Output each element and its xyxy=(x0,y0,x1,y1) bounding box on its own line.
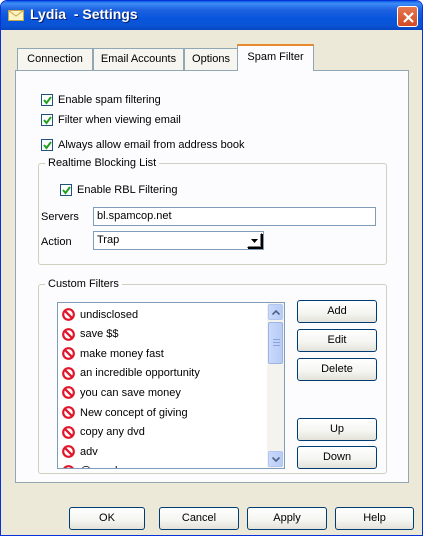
help-button[interactable]: Help xyxy=(335,507,414,530)
checkbox-box[interactable] xyxy=(41,139,53,151)
list-item[interactable]: New concept of giving xyxy=(62,404,188,421)
filter-item-label: adv xyxy=(80,445,98,458)
list-item[interactable]: an incredible opportunity xyxy=(62,365,200,382)
envelope-icon xyxy=(8,10,24,21)
no-entry-icon xyxy=(62,445,75,459)
spam-filter-panel: Enable spam filtering Filter when viewin… xyxy=(15,70,409,483)
list-item[interactable]: @spool xyxy=(62,463,117,468)
no-entry-icon xyxy=(62,366,75,380)
list-scrollbar[interactable] xyxy=(267,303,284,468)
tab-options[interactable]: Options xyxy=(184,48,238,70)
close-icon xyxy=(403,12,414,23)
dropdown-arrow-icon[interactable] xyxy=(247,233,262,248)
enable-spam-label: Enable spam filtering xyxy=(58,94,161,106)
edit-button[interactable]: Edit xyxy=(297,329,377,352)
filter-item-label: you can save money xyxy=(80,386,181,399)
filter-viewing-checkbox[interactable]: Filter when viewing email xyxy=(41,113,181,127)
checkbox-box[interactable] xyxy=(60,184,72,196)
title-bar[interactable]: Lydia - Settings xyxy=(1,1,422,30)
apply-button[interactable]: Apply xyxy=(247,507,327,530)
delete-button[interactable]: Delete xyxy=(297,358,377,381)
list-item[interactable]: copy any dvd xyxy=(62,424,145,441)
custom-filters-list[interactable]: undisclosed save $$ make money fast an incr… xyxy=(57,302,285,469)
add-button[interactable]: Add xyxy=(297,300,377,323)
cancel-button[interactable]: Cancel xyxy=(159,507,239,530)
always-allow-checkbox[interactable]: Always allow email from address book xyxy=(41,138,244,152)
custom-filters-legend: Custom Filters xyxy=(48,278,119,290)
no-entry-icon xyxy=(62,386,75,400)
filter-item-label: copy any dvd xyxy=(80,426,145,439)
tab-email-accounts[interactable]: Email Accounts xyxy=(93,48,184,70)
no-entry-icon xyxy=(62,308,75,321)
chevron-down-icon xyxy=(272,457,280,462)
filter-item-label: @spool xyxy=(80,465,117,468)
action-label: Action xyxy=(41,236,72,248)
no-entry-icon xyxy=(62,406,75,419)
down-button[interactable]: Down xyxy=(297,446,377,469)
chevron-up-icon xyxy=(272,310,280,315)
checkbox-box[interactable] xyxy=(41,94,53,106)
list-item[interactable]: undisclosed xyxy=(62,306,138,323)
no-entry-icon xyxy=(62,347,75,361)
scroll-thumb[interactable] xyxy=(268,322,283,364)
action-select[interactable]: Trap xyxy=(93,231,264,250)
list-item[interactable]: you can save money xyxy=(62,384,181,401)
no-entry-icon xyxy=(62,327,75,341)
filter-viewing-label: Filter when viewing email xyxy=(58,114,181,126)
filter-item-label: an incredible opportunity xyxy=(80,367,200,380)
checkbox-box[interactable] xyxy=(41,114,53,126)
no-entry-icon xyxy=(63,464,74,468)
enable-spam-checkbox[interactable]: Enable spam filtering xyxy=(41,93,161,107)
up-button[interactable]: Up xyxy=(297,418,377,441)
list-item[interactable]: adv xyxy=(62,443,98,460)
enable-rbl-label: Enable RBL Filtering xyxy=(77,184,178,196)
servers-label: Servers xyxy=(41,211,79,223)
ok-button[interactable]: OK xyxy=(69,507,145,530)
scroll-up-button[interactable] xyxy=(268,304,283,320)
servers-input[interactable]: bl.spamcop.net xyxy=(93,207,376,226)
filter-item-label: save $$ xyxy=(80,328,119,341)
rbl-legend: Realtime Blocking List xyxy=(48,157,157,169)
no-entry-icon xyxy=(62,425,75,439)
filter-item-label: undisclosed xyxy=(80,308,139,321)
list-item[interactable]: make money fast xyxy=(62,345,164,362)
enable-rbl-checkbox[interactable]: Enable RBL Filtering xyxy=(60,183,177,197)
filter-item-label: New concept of giving xyxy=(80,406,188,419)
scroll-down-button[interactable] xyxy=(268,451,283,467)
action-value: Trap xyxy=(97,234,120,246)
tab-spam-filter[interactable]: Spam Filter xyxy=(237,44,314,71)
always-allow-label: Always allow email from address book xyxy=(58,139,245,151)
tab-connection[interactable]: Connection xyxy=(17,48,93,70)
list-item[interactable]: save $$ xyxy=(62,326,119,343)
window-title: Lydia - Settings xyxy=(30,6,138,22)
close-button[interactable] xyxy=(397,6,418,27)
filter-item-label: make money fast xyxy=(80,347,164,360)
settings-window: Lydia - Settings Connection Email Accoun… xyxy=(0,0,423,536)
